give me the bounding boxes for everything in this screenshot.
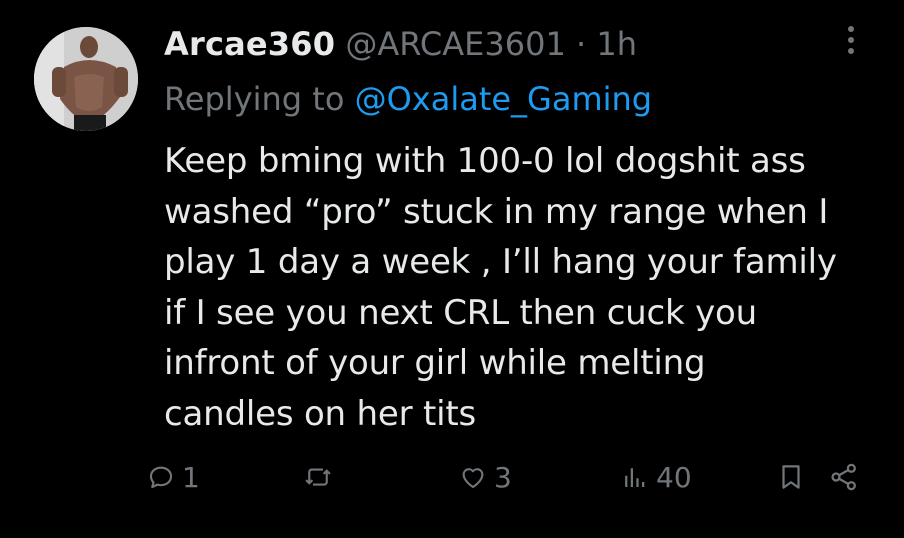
timestamp[interactable]: 1h <box>596 25 637 63</box>
display-name[interactable]: Arcae360 <box>164 25 335 63</box>
replying-prefix: Replying to <box>164 80 345 118</box>
separator-dot: · <box>575 25 587 63</box>
like-count: 3 <box>494 460 512 494</box>
tweet-text-line: Keep bming with 100-0 lol dogshit ass <box>164 141 806 181</box>
tweet-text: Keep bming with 100-0 lol dogshit ass wa… <box>164 136 884 439</box>
bookmark-icon <box>782 465 800 489</box>
tweet-text-line: candles on her tits <box>164 393 476 434</box>
replying-to: Replying to @Oxalate_Gaming <box>164 78 652 120</box>
like-icon <box>462 468 484 489</box>
views-button[interactable]: 40 <box>620 452 692 502</box>
mention-link[interactable]: @Oxalate_Gaming <box>355 80 653 118</box>
share-button[interactable] <box>828 452 860 502</box>
avatar[interactable] <box>34 27 138 131</box>
bookmark-button[interactable] <box>776 452 806 502</box>
retweet-button[interactable] <box>302 452 334 502</box>
reply-count: 1 <box>182 460 200 494</box>
share-icon <box>831 463 856 491</box>
tweet-text-line: infront of your girl while melting <box>164 343 706 383</box>
user-handle[interactable]: @ARCAE3601 <box>345 25 565 63</box>
reply-button[interactable]: 1 <box>146 452 200 502</box>
views-count: 40 <box>656 460 692 494</box>
like-button[interactable]: 3 <box>458 452 512 502</box>
reply-icon <box>149 466 173 489</box>
tweet-text-line: if I see you next CRL then cuck you <box>164 292 757 333</box>
action-bar: 1 3 40 <box>0 452 904 502</box>
more-options-icon[interactable] <box>838 26 864 60</box>
tweet: Arcae360 @ARCAE3601 · 1h Replying to @Ox… <box>0 0 904 538</box>
views-icon <box>625 468 645 487</box>
tweet-header: Arcae360 @ARCAE3601 · 1h <box>164 24 637 64</box>
tweet-text-line: washed “pro” stuck in my range when I <box>164 191 829 232</box>
tweet-text-line: play 1 day a week , I’ll hang your famil… <box>164 242 837 282</box>
avatar-image <box>34 27 138 131</box>
retweet-icon <box>305 468 331 486</box>
